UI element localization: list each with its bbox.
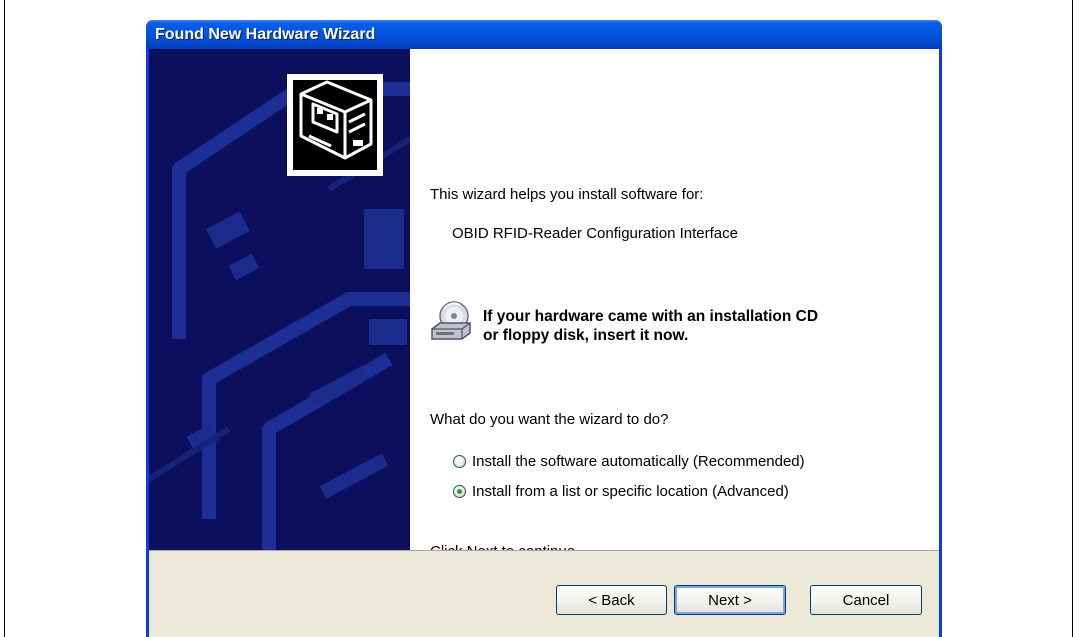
option-label[interactable]: Install from a list or specific location… <box>472 483 789 500</box>
question-text: What do you want the wizard to do? <box>430 411 669 428</box>
wizard-side-banner <box>149 49 410 550</box>
radio-install-automatically[interactable] <box>453 455 466 468</box>
title-bar[interactable]: Found New Hardware Wizard <box>146 20 942 49</box>
radio-install-from-list[interactable] <box>453 485 466 498</box>
insert-media-line-2: or floppy disk, insert it now. <box>483 327 689 344</box>
hardware-card-icon <box>287 74 383 176</box>
cancel-button[interactable]: Cancel <box>810 585 922 615</box>
wizard-button-bar: < Back Next > Cancel <box>149 550 939 637</box>
insert-media-message: If your hardware came with an installati… <box>483 307 818 345</box>
document-frame-top <box>0 0 1082 10</box>
cd-drive-icon <box>431 301 471 340</box>
option-install-from-list[interactable]: Install from a list or specific location… <box>453 483 789 500</box>
insert-media-line-1: If your hardware came with an installati… <box>483 308 819 325</box>
option-label[interactable]: Install the software automatically (Reco… <box>472 453 805 470</box>
wizard-window: Found New Hardware Wizard This wizard he… <box>146 20 942 637</box>
intro-text: This wizard helps you install software f… <box>430 186 704 203</box>
wizard-content: This wizard helps you install software f… <box>430 49 930 560</box>
frame-border-left <box>4 0 5 637</box>
frame-border-right <box>1072 0 1073 637</box>
device-name: OBID RFID-Reader Configuration Interface <box>452 225 738 242</box>
window-title: Found New Hardware Wizard <box>155 26 376 43</box>
back-button[interactable]: < Back <box>556 585 667 615</box>
option-install-automatically[interactable]: Install the software automatically (Reco… <box>453 453 805 470</box>
wizard-client-area: This wizard helps you install software f… <box>149 49 939 637</box>
next-button[interactable]: Next > <box>674 585 786 615</box>
